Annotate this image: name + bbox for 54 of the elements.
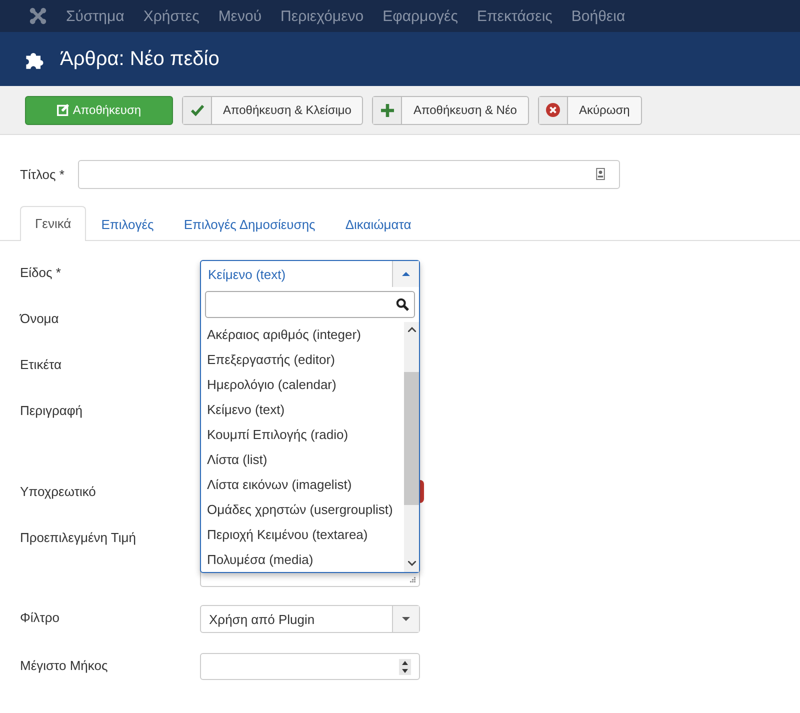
spinner-icon — [399, 658, 411, 674]
scrollbar[interactable] — [404, 322, 419, 572]
field-label: Μέγιστο Μήκος — [20, 657, 109, 675]
scroll-up-icon — [408, 327, 416, 332]
dropdown-option[interactable]: Ομάδες χρηστών (usergrouplist) — [207, 497, 404, 522]
page-title: Άρθρα: Νέο πεδίο — [60, 48, 220, 70]
tab[interactable]: Επιλογές — [86, 207, 169, 241]
tab[interactable]: Επιλογές Δημοσίευσης — [168, 207, 330, 241]
cancel-button[interactable]: Ακύρωση — [538, 96, 642, 124]
menu-item[interactable]: Βοήθεια — [571, 8, 626, 24]
menu-item[interactable]: Εφαρμογές — [382, 8, 458, 24]
search-icon — [396, 298, 409, 311]
save-close-button[interactable]: Αποθήκευση & Κλείσιμο — [182, 96, 364, 124]
filter-select[interactable]: Χρήση από Plugin — [200, 605, 420, 633]
toggle-switch-edge[interactable] — [420, 480, 424, 503]
field-label: Υποχρεωτικό — [20, 483, 97, 501]
field-label: Όνομα — [20, 310, 60, 328]
menu-item[interactable]: Χρήστες — [143, 8, 200, 24]
field-label: Ετικέτα — [20, 356, 62, 374]
dropdown-option[interactable]: Ημερολόγιο (calendar) — [207, 372, 404, 397]
contact-card-icon — [596, 168, 605, 180]
dropdown-option[interactable]: Κείμενο (text) — [207, 397, 404, 422]
edit-icon — [56, 104, 69, 116]
dropdown-option[interactable]: Περιοχή Κειμένου (textarea) — [207, 522, 404, 547]
menu-item[interactable]: Μενού — [218, 8, 262, 24]
dropdown-option[interactable]: Λίστα (list) — [207, 447, 404, 472]
save-new-button[interactable]: Αποθήκευση & Νέο — [372, 96, 529, 124]
scroll-down-icon — [408, 561, 416, 566]
cancel-icon — [546, 103, 560, 117]
field-label: Είδος * — [20, 264, 62, 282]
menu-item[interactable]: Επεκτάσεις — [476, 8, 552, 24]
caret-up-icon — [402, 272, 410, 276]
title-input-field[interactable] — [78, 160, 620, 188]
dropdown-option[interactable]: Κουμπί Επιλογής (radio) — [207, 422, 404, 447]
menu-item[interactable]: Περιεχόμενο — [280, 8, 364, 24]
dropdown-option[interactable]: Επεξεργαστής (editor) — [207, 347, 404, 372]
plus-icon — [380, 104, 394, 116]
dropdown-option[interactable]: Λίστα εικόνων (imagelist) — [207, 472, 404, 497]
type-select[interactable]: Κείμενο (text) — [201, 261, 419, 287]
number-input-field[interactable] — [200, 653, 420, 680]
check-icon — [190, 104, 204, 116]
field-label: Περιγραφή — [20, 402, 84, 420]
search-field[interactable] — [205, 291, 415, 318]
dropdown-option[interactable]: Πολυμέσα (media) — [207, 547, 404, 572]
field-label: Τίτλος * — [20, 166, 66, 182]
field-label: Προεπιλεγμένη Τιμή — [20, 529, 137, 547]
tab[interactable]: Δικαιώματα — [330, 207, 426, 241]
resize-grip-icon — [410, 577, 416, 583]
logo-icon[interactable] — [29, 7, 47, 25]
caret-down-icon — [402, 617, 410, 621]
menu-item[interactable]: Σύστημα — [66, 8, 124, 24]
tab[interactable]: Γενικά — [20, 206, 86, 241]
dropdown-option[interactable]: Ακέραιος αριθμός (integer) — [207, 322, 404, 347]
field-label: Φίλτρο — [20, 609, 61, 627]
